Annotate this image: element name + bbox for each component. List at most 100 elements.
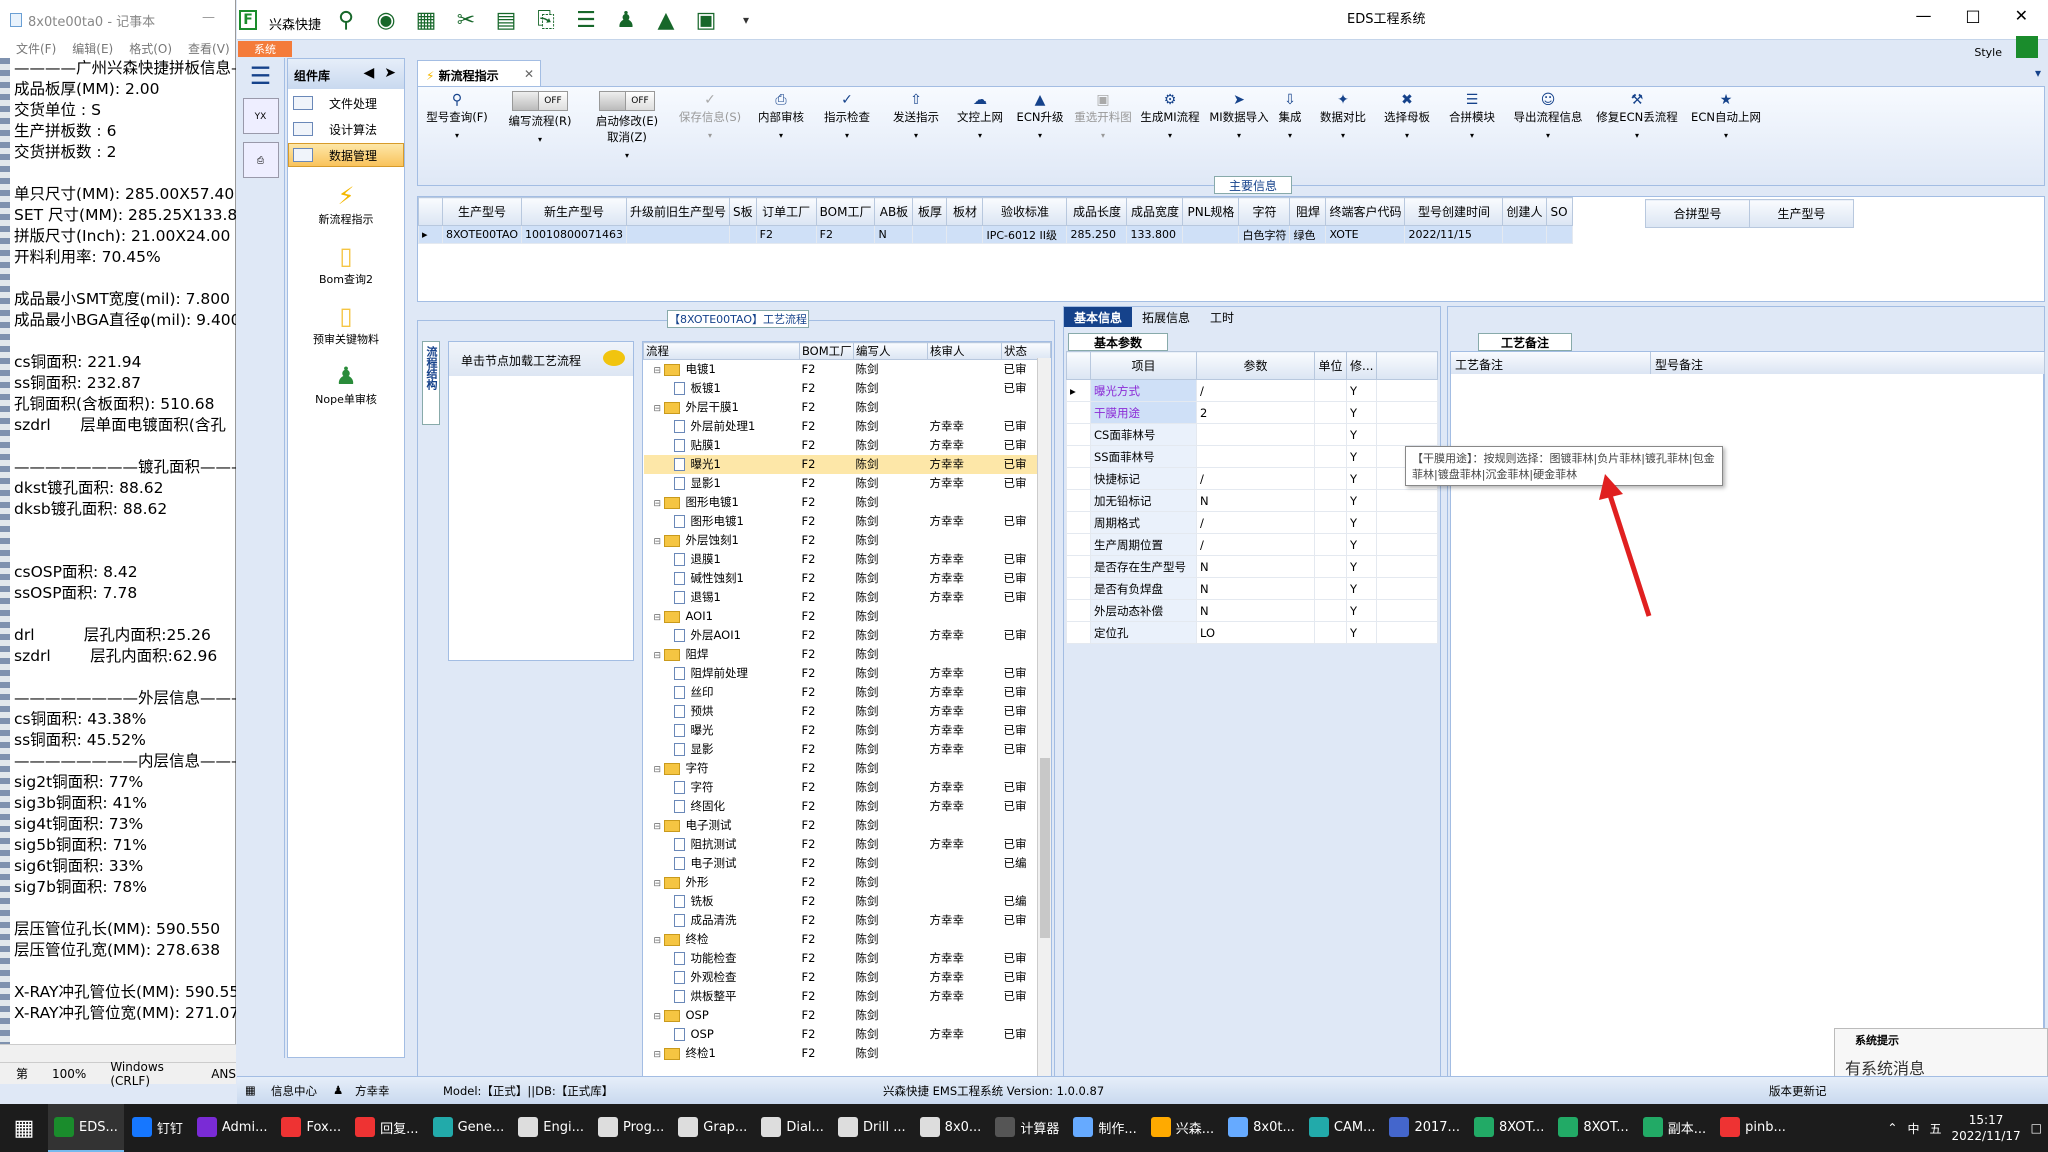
- clock[interactable]: 15:17 2022/11/17: [1951, 1112, 2020, 1144]
- col-writer[interactable]: 编写人: [853, 342, 928, 360]
- dropdown-arrow-icon[interactable]: ▾: [752, 131, 810, 140]
- chart-icon[interactable]: ▲: [649, 6, 683, 34]
- system-menu-tab[interactable]: 系统: [238, 41, 292, 57]
- param-row[interactable]: 生产周期位置 / Y: [1066, 533, 1438, 556]
- tree-row[interactable]: ⊟ 阻焊 F2 陈剑: [644, 645, 1051, 664]
- tree-row[interactable]: 阻焊前处理 F2 陈剑 方幸幸 已审: [644, 664, 1051, 683]
- minimize-icon[interactable]: —: [1915, 6, 1931, 25]
- ribbon-button-12[interactable]: ⇩ 集成 ▾: [1272, 91, 1308, 140]
- col-17[interactable]: 创建人: [1502, 197, 1547, 226]
- ribbon-button-4[interactable]: ⎙ 内部审核 ▾: [752, 91, 810, 140]
- ribbon-button-9[interactable]: ▣ 重选开料图 ▾: [1072, 91, 1134, 140]
- ribbon-button-5[interactable]: ✓ 指示检查 ▾: [818, 91, 876, 140]
- style-color-icon[interactable]: [2016, 36, 2038, 58]
- col-value[interactable]: 参数: [1196, 351, 1315, 380]
- dropdown-arrow-icon[interactable]: ▾: [1208, 131, 1270, 140]
- tree-row[interactable]: 显影1 F2 陈剑 方幸幸 已审: [644, 474, 1051, 493]
- param-modify[interactable]: Y: [1345, 555, 1378, 578]
- col-16[interactable]: 型号创建时间: [1404, 197, 1504, 226]
- param-value[interactable]: /: [1196, 511, 1315, 534]
- table-row[interactable]: ▸ 8XOTE00TAO 10010800071463 F2 F2 N IPC-6012 I…: [418, 225, 1573, 244]
- notepad-titlebar[interactable]: 8x0te00ta0 - 记事本 —: [0, 0, 235, 40]
- col-9[interactable]: 验收标准: [982, 197, 1068, 226]
- cell-8[interactable]: [946, 225, 984, 244]
- tree-row[interactable]: ⊟ 外形 F2 陈剑: [644, 873, 1051, 892]
- collapse-icon[interactable]: ⊟: [654, 936, 664, 946]
- collapse-icon[interactable]: ⊟: [654, 1050, 664, 1060]
- tree-row[interactable]: ⊟ 终检 F2 陈剑: [644, 930, 1051, 949]
- yx-module-icon[interactable]: YX: [242, 98, 279, 134]
- scrollbar-thumb[interactable]: [1040, 758, 1050, 938]
- col-model-remark[interactable]: 型号备注: [1651, 352, 2045, 374]
- tree-row[interactable]: 退锡1 F2 陈剑 方幸幸 已审: [644, 588, 1051, 607]
- collapse-left-icon[interactable]: ◀: [363, 65, 374, 81]
- menu-file[interactable]: 文件(F): [16, 40, 56, 60]
- dropdown-arrow-icon[interactable]: ▾: [886, 131, 946, 140]
- col-unit[interactable]: 单位: [1314, 351, 1347, 380]
- release-notes-link[interactable]: 版本更新记: [1769, 1083, 1827, 1099]
- notification-icon[interactable]: □: [2031, 1121, 2042, 1135]
- dropdown-arrow-icon[interactable]: ▾: [1272, 131, 1308, 140]
- param-row[interactable]: 加无铅标记 N Y: [1066, 489, 1438, 512]
- table-icon[interactable]: ▦: [409, 6, 443, 34]
- nav-item-file-processing[interactable]: 文件处理: [288, 91, 404, 115]
- tab-extended-info[interactable]: 拓展信息: [1132, 307, 1200, 327]
- ribbon-button-7[interactable]: ☁ 文控上网 ▾: [952, 91, 1008, 140]
- tab-work-hours[interactable]: 工时: [1200, 307, 1244, 327]
- cell-9[interactable]: IPC-6012 II级: [982, 225, 1068, 244]
- col-12[interactable]: PNL规格: [1182, 197, 1240, 226]
- col-status[interactable]: 状态: [1001, 342, 1051, 360]
- dropdown-arrow-icon[interactable]: ▾: [1594, 131, 1680, 140]
- taskbar-app[interactable]: Grap...: [672, 1104, 753, 1152]
- col-8[interactable]: 板材: [946, 197, 984, 226]
- dropdown-arrow-icon[interactable]: ▾: [588, 151, 666, 160]
- monitor-icon[interactable]: ▣: [689, 6, 723, 34]
- collapse-icon[interactable]: ⊟: [654, 366, 664, 376]
- tree-row[interactable]: 外观检查 F2 陈剑 方幸幸 已审: [644, 968, 1051, 987]
- tree-row[interactable]: 功能检查 F2 陈剑 方幸幸 已审: [644, 949, 1051, 968]
- cell-15[interactable]: XOTE: [1325, 225, 1406, 244]
- tree-row[interactable]: 阻抗测试 F2 陈剑 方幸幸 已审: [644, 835, 1051, 854]
- col-15[interactable]: 终端客户代码: [1325, 197, 1406, 226]
- menu-format[interactable]: 格式(O): [129, 40, 172, 60]
- maximize-icon[interactable]: □: [1965, 6, 1980, 25]
- col-10[interactable]: 成品长度: [1066, 197, 1128, 226]
- cell-14[interactable]: 绿色: [1289, 225, 1327, 244]
- col-7[interactable]: 板厚: [912, 197, 948, 226]
- taskbar-app[interactable]: 副本...: [1637, 1104, 1712, 1152]
- param-value[interactable]: N: [1196, 489, 1315, 512]
- cell-17[interactable]: [1502, 225, 1547, 244]
- param-modify[interactable]: Y: [1345, 599, 1378, 622]
- cell-10[interactable]: 285.250: [1066, 225, 1128, 244]
- cell-11[interactable]: 133.800: [1126, 225, 1184, 244]
- tree-row[interactable]: ⊟ 电镀1 F2 陈剑 已审: [644, 360, 1051, 379]
- cell-12[interactable]: [1182, 225, 1240, 244]
- collapse-icon[interactable]: ⊟: [654, 537, 664, 547]
- tree-row[interactable]: 显影 F2 陈剑 方幸幸 已审: [644, 740, 1051, 759]
- side-tab-process-structure[interactable]: 流程结构: [422, 341, 440, 425]
- dropdown-arrow-icon[interactable]: ▾: [1690, 131, 1762, 140]
- dropdown-arrow-icon[interactable]: ▾: [952, 131, 1008, 140]
- tree-row[interactable]: 烘板整平 F2 陈剑 方幸幸 已审: [644, 987, 1051, 1006]
- param-row[interactable]: 是否存在生产型号 N Y: [1066, 555, 1438, 578]
- taskbar-app[interactable]: EDS...: [48, 1104, 124, 1152]
- dropdown-arrow-icon[interactable]: ▾: [1444, 131, 1500, 140]
- tool-bom-query[interactable]: ▯ Bom查询2: [288, 241, 404, 287]
- toggle-switch[interactable]: OFF: [599, 91, 655, 111]
- tree-row[interactable]: OSP F2 陈剑 方幸幸 已审: [644, 1025, 1051, 1044]
- tab-basic-info[interactable]: 基本信息: [1064, 307, 1133, 327]
- param-modify[interactable]: Y: [1345, 511, 1378, 534]
- dropdown-arrow-icon[interactable]: ▾: [1072, 131, 1134, 140]
- collapse-icon[interactable]: ⊟: [654, 404, 664, 414]
- ime-wubi[interactable]: 五: [1929, 1120, 1941, 1137]
- col-11[interactable]: 成品宽度: [1126, 197, 1184, 226]
- ribbon-button-17[interactable]: ⚒ 修复ECN丢流程 ▾: [1594, 91, 1680, 140]
- tab-new-process[interactable]: ⚡ 新流程指示 ✕: [417, 60, 541, 86]
- dropdown-arrow-icon[interactable]: ▾: [1380, 131, 1434, 140]
- film-icon[interactable]: ▤: [489, 6, 523, 34]
- tree-row[interactable]: 丝印 F2 陈剑 方幸幸 已审: [644, 683, 1051, 702]
- param-value[interactable]: /: [1196, 379, 1315, 402]
- cell-0[interactable]: 8XOTE00TAO: [441, 225, 523, 244]
- cell-1[interactable]: 10010800071463: [521, 225, 627, 244]
- tool-nope-review[interactable]: ♟ Nope单审核: [288, 361, 404, 407]
